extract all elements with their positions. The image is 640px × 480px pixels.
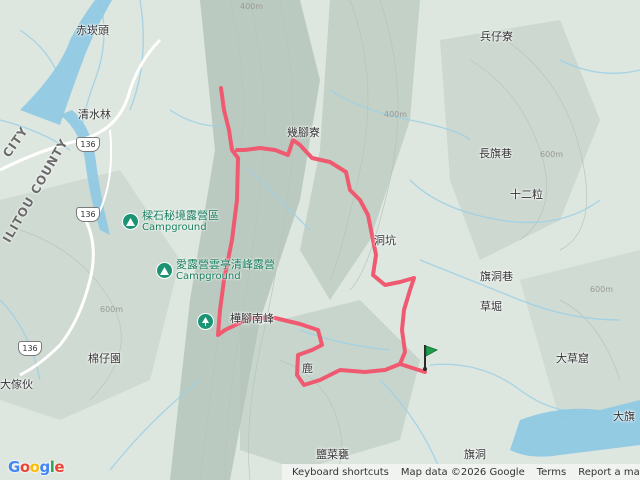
place-label: 赤崁頭: [76, 24, 109, 37]
park-icon: [197, 313, 214, 330]
map-data-attribution: Map data ©2026 Google: [400, 466, 525, 478]
place-label: 樺腳南峰: [230, 312, 274, 325]
route-shield-136: 136: [76, 207, 100, 222]
contour-label: 400m: [240, 2, 264, 11]
place-label: 大旗: [613, 410, 635, 423]
contour-label: 400m: [384, 110, 408, 119]
start-flag-icon[interactable]: [420, 343, 440, 371]
map-footer: Keyboard shortcuts Map data ©2026 Google…: [282, 464, 640, 480]
terrain-layer: [0, 0, 640, 480]
place-label: 棉仔園: [88, 352, 121, 365]
place-label: 十二粒: [510, 188, 543, 201]
poi-sub-label: Campground: [176, 271, 241, 282]
terms-link[interactable]: Terms: [537, 467, 566, 478]
map-canvas[interactable]: 赤崁頭 兵仔寮 清水林 幾腳寮 長旗巷 十二粒 洞坑 旗洞巷 草堀 棉仔園 大傢…: [0, 0, 640, 480]
place-label: 鹿: [302, 362, 313, 375]
route-shield-136: 136: [76, 137, 100, 152]
campground-icon: [122, 213, 139, 230]
place-label: 大草窟: [556, 352, 589, 365]
place-label: 大傢伙: [0, 378, 33, 391]
place-label: 鹽菜甕: [316, 448, 349, 461]
poi-label: 愛露營雲亭清峰露營: [176, 258, 275, 271]
place-label: 洞坑: [374, 234, 396, 247]
keyboard-shortcuts-link[interactable]: Keyboard shortcuts: [292, 467, 389, 478]
place-label: 清水林: [78, 108, 111, 121]
contour-label: 600m: [590, 285, 614, 294]
poi-sub-label: Campground: [142, 222, 207, 233]
place-label: 幾腳寮: [287, 126, 320, 139]
campground-icon: [156, 262, 173, 279]
poi-label: 樑石秘境露營區: [142, 209, 219, 222]
poi-marker[interactable]: [197, 313, 214, 330]
place-label: 旗洞巷: [480, 270, 513, 283]
place-label: 草堀: [480, 300, 502, 313]
contour-label: 600m: [100, 305, 124, 314]
route-shield-136: 136: [18, 341, 42, 356]
place-label: 長旗巷: [479, 147, 512, 160]
poi-campground[interactable]: 愛露營雲亭清峰露營 Campground: [156, 259, 275, 282]
place-label: 旗洞: [464, 448, 486, 461]
poi-campground[interactable]: 樑石秘境露營區 Campground: [122, 210, 219, 233]
contour-label: 600m: [540, 150, 564, 159]
google-logo: Google: [8, 458, 65, 476]
place-label: 兵仔寮: [480, 30, 513, 43]
report-error-link[interactable]: Report a map error: [578, 467, 640, 478]
